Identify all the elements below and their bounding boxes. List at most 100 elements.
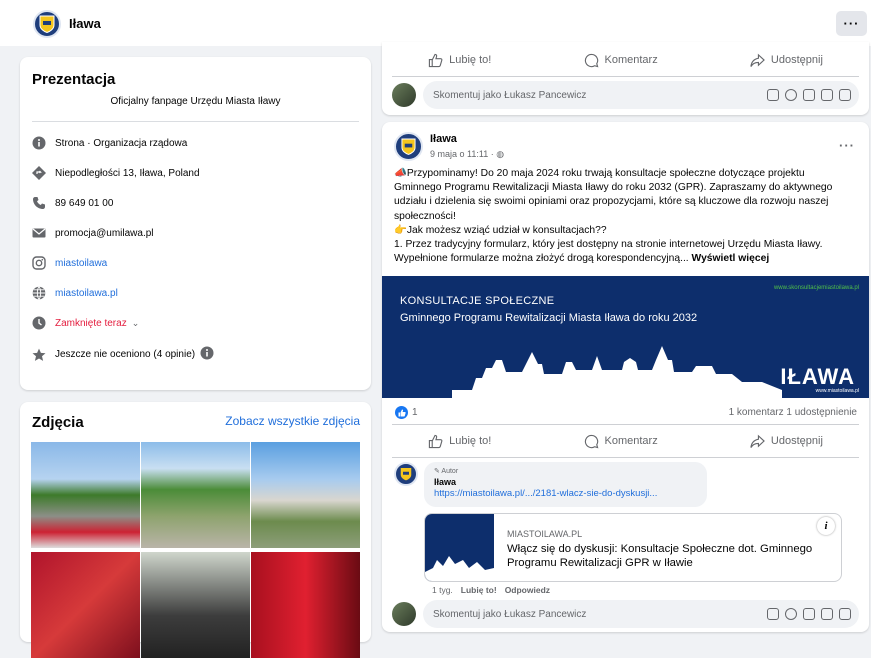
post-author-avatar[interactable] bbox=[394, 132, 423, 161]
previous-post: Lubię to! Komentarz Udostępnij Skomentuj… bbox=[382, 42, 869, 115]
comment-button[interactable]: Komentarz bbox=[584, 53, 658, 68]
like-button[interactable]: Lubię to! bbox=[428, 53, 491, 68]
post-more-button[interactable]: ··· bbox=[839, 138, 855, 153]
photo-thumbnail[interactable] bbox=[251, 442, 360, 548]
about-instagram[interactable]: miastoilawa bbox=[32, 256, 107, 270]
post-actions: Lubię to! Komentarz Udostępnij bbox=[382, 427, 869, 455]
sticker-icon[interactable] bbox=[767, 608, 779, 620]
info-icon bbox=[32, 136, 46, 150]
link-preview[interactable]: MIASTOILAWA.PL Włącz się do dyskusji: Ko… bbox=[424, 513, 842, 582]
see-more-link[interactable]: Wyświetl więcej bbox=[692, 253, 770, 264]
emoji-icon[interactable] bbox=[785, 608, 797, 620]
post-actions: Lubię to! Komentarz Udostępnij bbox=[382, 46, 869, 74]
globe-icon bbox=[32, 286, 46, 300]
comment-time[interactable]: 1 tyg. bbox=[432, 585, 453, 595]
about-phone: 89 649 01 00 bbox=[32, 196, 113, 210]
photo-thumbnail[interactable] bbox=[31, 552, 140, 658]
comment-tools bbox=[767, 89, 851, 101]
page-logo[interactable] bbox=[33, 10, 61, 38]
comment-like-button[interactable]: Lubię to! bbox=[461, 585, 497, 595]
about-card: Prezentacja Oficjalny fanpage Urzędu Mia… bbox=[20, 57, 371, 390]
more-options-button[interactable]: ··· bbox=[836, 11, 867, 36]
comment-share-count[interactable]: 1 komentarz 1 udostępnienie bbox=[729, 407, 857, 418]
thumbs-up-icon bbox=[428, 434, 443, 448]
divider bbox=[392, 76, 859, 77]
clock-icon bbox=[32, 316, 46, 330]
like-button[interactable]: Lubię to! bbox=[428, 434, 491, 449]
chevron-down-icon[interactable]: ⌄ bbox=[132, 318, 140, 329]
comment-input[interactable]: Skomentuj jako Łukasz Pancewicz bbox=[423, 600, 859, 628]
comment-bubble: ✎ Autor Iława https://miastoilawa.pl/...… bbox=[424, 462, 707, 507]
photos-card: Zdjęcia Zobacz wszystkie zdjęcia bbox=[20, 402, 371, 658]
see-all-photos-link[interactable]: Zobacz wszystkie zdjęcia bbox=[225, 414, 360, 428]
avatar[interactable] bbox=[392, 602, 416, 626]
brand-logo: IŁAWA bbox=[780, 364, 855, 389]
about-category: Strona · Organizacja rządowa bbox=[32, 136, 187, 150]
about-rating: Jeszcze nie oceniono (4 opinie) bbox=[32, 346, 214, 363]
comment-tools bbox=[767, 608, 851, 620]
share-button[interactable]: Udostępnij bbox=[750, 53, 823, 68]
comment-icon bbox=[584, 434, 598, 448]
globe-icon: ◍ bbox=[496, 149, 505, 159]
link-preview-domain: MIASTOILAWA.PL bbox=[507, 529, 583, 539]
about-website[interactable]: miastoilawa.pl bbox=[32, 286, 118, 300]
info-icon[interactable]: i bbox=[817, 517, 835, 535]
about-address: Niepodległości 13, Iława, Poland bbox=[32, 166, 200, 180]
photos-title: Zdjęcia bbox=[32, 414, 84, 431]
author-badge: ✎ Autor bbox=[434, 468, 459, 475]
avatar-sticker-icon[interactable] bbox=[839, 89, 851, 101]
photo-thumbnail[interactable] bbox=[31, 442, 140, 548]
link-preview-title: Włącz się do dyskusji: Konsultacje Społe… bbox=[507, 543, 813, 569]
post-image[interactable]: www.skonsultacjemiastoilawa.pl KONSULTAC… bbox=[382, 276, 869, 398]
about-hours[interactable]: Zamknięte teraz ⌄ bbox=[32, 316, 139, 330]
reaction-count[interactable]: 1 bbox=[395, 406, 418, 419]
post-card: Iława 9 maja o 11:11 · ◍ ··· 📣Przypomina… bbox=[382, 122, 869, 632]
sticker-icon[interactable] bbox=[767, 89, 779, 101]
post-date[interactable]: 9 maja o 11:11 · ◍ bbox=[430, 149, 504, 160]
photo-thumbnail[interactable] bbox=[141, 442, 250, 548]
comment-link[interactable]: https://miastoilawa.pl/.../2181-wlacz-si… bbox=[434, 488, 697, 499]
about-email: promocja@umilawa.pl bbox=[32, 226, 154, 240]
about-title: Prezentacja bbox=[32, 71, 116, 88]
comment-button[interactable]: Komentarz bbox=[584, 434, 658, 449]
divider bbox=[32, 121, 359, 122]
comment-icon bbox=[584, 53, 598, 67]
comment-reply-button[interactable]: Odpowiedz bbox=[505, 585, 550, 595]
photo-thumbnail[interactable] bbox=[141, 552, 250, 658]
share-icon bbox=[750, 434, 765, 448]
top-bar: Iława ··· bbox=[0, 0, 871, 46]
comment-author-avatar[interactable] bbox=[394, 462, 418, 486]
comment-meta: 1 tyg. Lubię to! Odpowiedz bbox=[432, 585, 550, 595]
city-skyline-illustration bbox=[452, 346, 782, 398]
avatar-sticker-icon[interactable] bbox=[839, 608, 851, 620]
gif-icon[interactable] bbox=[821, 89, 833, 101]
comment-author[interactable]: Iława bbox=[434, 477, 697, 487]
page-name[interactable]: Iława bbox=[69, 16, 101, 31]
emoji-icon[interactable] bbox=[785, 89, 797, 101]
post-author[interactable]: Iława bbox=[430, 133, 457, 145]
post-stats: 1 1 komentarz 1 udostępnienie bbox=[382, 403, 869, 423]
divider bbox=[392, 457, 859, 458]
share-button[interactable]: Udostępnij bbox=[750, 434, 823, 449]
comment-box: Skomentuj jako Łukasz Pancewicz bbox=[392, 81, 859, 109]
camera-icon[interactable] bbox=[803, 89, 815, 101]
about-description: Oficjalny fanpage Urzędu Miasta Iławy bbox=[110, 96, 281, 107]
post-text: 📣Przypominamy! Do 20 maja 2024 roku trwa… bbox=[394, 168, 833, 265]
avatar[interactable] bbox=[392, 83, 416, 107]
like-reaction-icon bbox=[395, 406, 408, 419]
photo-thumbnail[interactable] bbox=[251, 552, 360, 658]
divider bbox=[392, 424, 859, 425]
share-icon bbox=[750, 53, 765, 67]
info-icon[interactable] bbox=[200, 346, 214, 363]
comment-input[interactable]: Skomentuj jako Łukasz Pancewicz bbox=[423, 81, 859, 109]
thumbs-up-icon bbox=[428, 53, 443, 67]
instagram-icon bbox=[32, 256, 46, 270]
gif-icon[interactable] bbox=[821, 608, 833, 620]
comment-box: Skomentuj jako Łukasz Pancewicz bbox=[392, 600, 859, 628]
email-icon bbox=[32, 226, 46, 240]
link-preview-thumbnail bbox=[425, 514, 494, 581]
phone-icon bbox=[32, 196, 46, 210]
camera-icon[interactable] bbox=[803, 608, 815, 620]
location-icon bbox=[32, 166, 46, 180]
star-icon bbox=[32, 348, 46, 362]
